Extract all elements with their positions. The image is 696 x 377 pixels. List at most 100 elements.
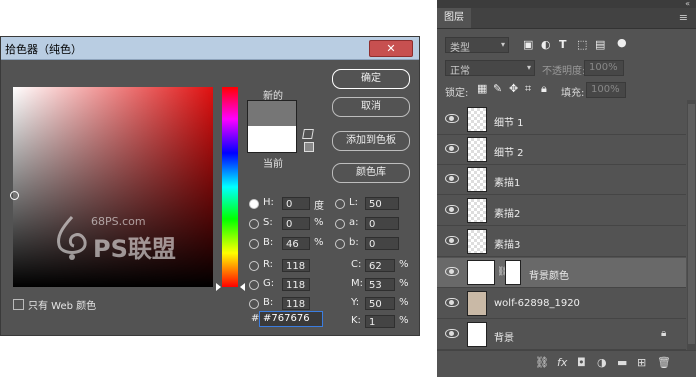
eye-icon[interactable] [445, 329, 459, 338]
title-bar[interactable]: 拾色器（纯色） ✕ [1, 37, 419, 60]
hex-field[interactable]: #767676 [259, 311, 323, 327]
eye-icon[interactable] [445, 236, 459, 245]
saturation-radio[interactable] [249, 219, 259, 229]
blend-mode-select[interactable]: 正常 ▾ [445, 60, 535, 77]
blue-field[interactable]: 118 [282, 297, 310, 310]
lock-all-icon[interactable]: 🔒︎ [541, 82, 547, 96]
layer-row[interactable]: 细节 1 [437, 105, 686, 135]
magenta-field[interactable]: 53 [365, 278, 395, 291]
cube-icon[interactable] [302, 129, 314, 139]
layer-row[interactable]: 素描3 [437, 227, 686, 257]
layer-thumbnail [467, 291, 487, 316]
brightness-radio[interactable] [249, 239, 259, 249]
cyan-label: C: [351, 259, 362, 270]
artboard-lock-icon[interactable]: ⌗ [525, 82, 531, 96]
delete-layer-icon[interactable]: 🗑︎ [657, 356, 671, 369]
link-layers-icon[interactable]: ⛓ [535, 356, 549, 369]
watermark-brand: PS联盟 [93, 235, 176, 263]
fx-icon[interactable]: fx [557, 356, 567, 369]
b-channel-radio[interactable] [335, 239, 345, 249]
blend-mode-label: 正常 [450, 66, 470, 77]
web-colors-checkbox[interactable] [13, 299, 24, 310]
add-to-swatches-button[interactable]: 添加到色板 [332, 131, 410, 151]
cancel-button[interactable]: 取消 [332, 97, 410, 117]
b-channel-field[interactable]: 0 [365, 237, 399, 250]
lock-transparent-icon[interactable]: ▦ [477, 82, 487, 95]
eye-icon[interactable] [445, 267, 459, 276]
layer-thumbnail [467, 198, 487, 223]
fill-label: 填充: [561, 88, 585, 99]
opacity-field[interactable]: 100% [584, 60, 624, 76]
hue-radio[interactable] [249, 199, 259, 209]
cyan-field[interactable]: 62 [365, 259, 395, 272]
lightness-radio[interactable] [335, 199, 345, 209]
close-button[interactable]: ✕ [369, 40, 413, 57]
lock-position-icon[interactable]: ✥ [509, 82, 518, 95]
filter-type-select[interactable]: 类型 ▾ [445, 37, 509, 54]
fill-field[interactable]: 100% [586, 82, 626, 98]
add-mask-icon[interactable]: ◘ [577, 356, 586, 369]
shape-filter-icon[interactable]: ⬚ [577, 38, 587, 51]
websafe-swatch-icon[interactable] [304, 142, 314, 152]
blue-radio[interactable] [249, 299, 259, 309]
hue-label: H: [263, 197, 274, 208]
panel-tab-bar: 图层 ≡ [437, 8, 696, 29]
layer-row[interactable]: 细节 2 [437, 135, 686, 165]
type-filter-icon[interactable]: T [559, 38, 567, 51]
ok-button[interactable]: 确定 [332, 69, 410, 89]
tab-layers[interactable]: 图层 [437, 8, 471, 28]
eye-icon[interactable] [445, 114, 459, 123]
yellow-field[interactable]: 50 [365, 297, 395, 310]
new-group-icon[interactable]: ▬ [617, 356, 627, 369]
eye-icon[interactable] [445, 174, 459, 183]
a-channel-radio[interactable] [335, 219, 345, 229]
black-field[interactable]: 1 [365, 315, 395, 328]
color-field-marker[interactable] [10, 191, 19, 200]
hue-field[interactable]: 0 [282, 197, 310, 210]
green-radio[interactable] [249, 280, 259, 290]
pixel-filter-icon[interactable]: ▣ [523, 38, 533, 51]
smart-object-filter-icon[interactable]: ▤ [595, 38, 605, 51]
scrollbar-thumb[interactable] [688, 104, 695, 344]
hue-slider-handle-left[interactable] [216, 283, 221, 291]
color-picker-dialog: 拾色器（纯色） ✕ 68PS.com PS联盟 新的 当前 确定 取消 添加到色… [0, 36, 420, 336]
layer-row[interactable]: 素描1 [437, 165, 686, 195]
b-channel-label: b: [349, 237, 359, 248]
new-color-swatch [247, 100, 297, 128]
layer-thumbnail [467, 229, 487, 254]
green-field[interactable]: 118 [282, 278, 310, 291]
hue-slider[interactable] [222, 87, 238, 287]
collapse-icon[interactable]: « [685, 0, 690, 8]
panel-footer: ⛓ fx ◘ ◑ ▬ ⊞ 🗑︎ [437, 350, 696, 377]
lock-label: 锁定: [445, 88, 469, 99]
lightness-field[interactable]: 50 [365, 197, 399, 210]
close-icon: ✕ [386, 42, 396, 55]
new-layer-icon[interactable]: ⊞ [637, 356, 646, 369]
panel-menu-icon[interactable]: ≡ [679, 11, 688, 24]
lock-image-icon[interactable]: ✎ [493, 82, 502, 95]
opacity-value: 100% [589, 62, 618, 73]
color-libraries-button[interactable]: 颜色库 [332, 163, 410, 183]
adjustment-filter-icon[interactable]: ◐ [541, 38, 551, 51]
adjustment-layer-icon[interactable]: ◑ [597, 356, 607, 369]
layer-row[interactable]: 背景 🔒︎ [437, 320, 686, 350]
red-label: R: [263, 259, 274, 270]
layer-name: wolf-62898_1920 [494, 298, 580, 309]
red-field[interactable]: 118 [282, 259, 310, 272]
filter-toggle-icon[interactable]: ● [617, 36, 627, 49]
layer-row-selected[interactable]: ⛓ 背景颜色 [437, 258, 686, 288]
brightness-field[interactable]: 46 [282, 237, 310, 250]
hue-slider-handle-right[interactable] [240, 283, 245, 291]
layer-mask-thumbnail[interactable] [505, 260, 521, 285]
layer-row[interactable]: wolf-62898_1920 [437, 289, 686, 319]
blue-label: B: [263, 297, 274, 308]
eye-icon[interactable] [445, 144, 459, 153]
eye-icon[interactable] [445, 298, 459, 307]
layer-row[interactable]: 素描2 [437, 196, 686, 226]
brightness-label: B: [263, 237, 274, 248]
saturation-field[interactable]: 0 [282, 217, 310, 230]
eye-icon[interactable] [445, 205, 459, 214]
a-channel-field[interactable]: 0 [365, 217, 399, 230]
current-color-swatch[interactable] [247, 126, 297, 153]
red-radio[interactable] [249, 261, 259, 271]
